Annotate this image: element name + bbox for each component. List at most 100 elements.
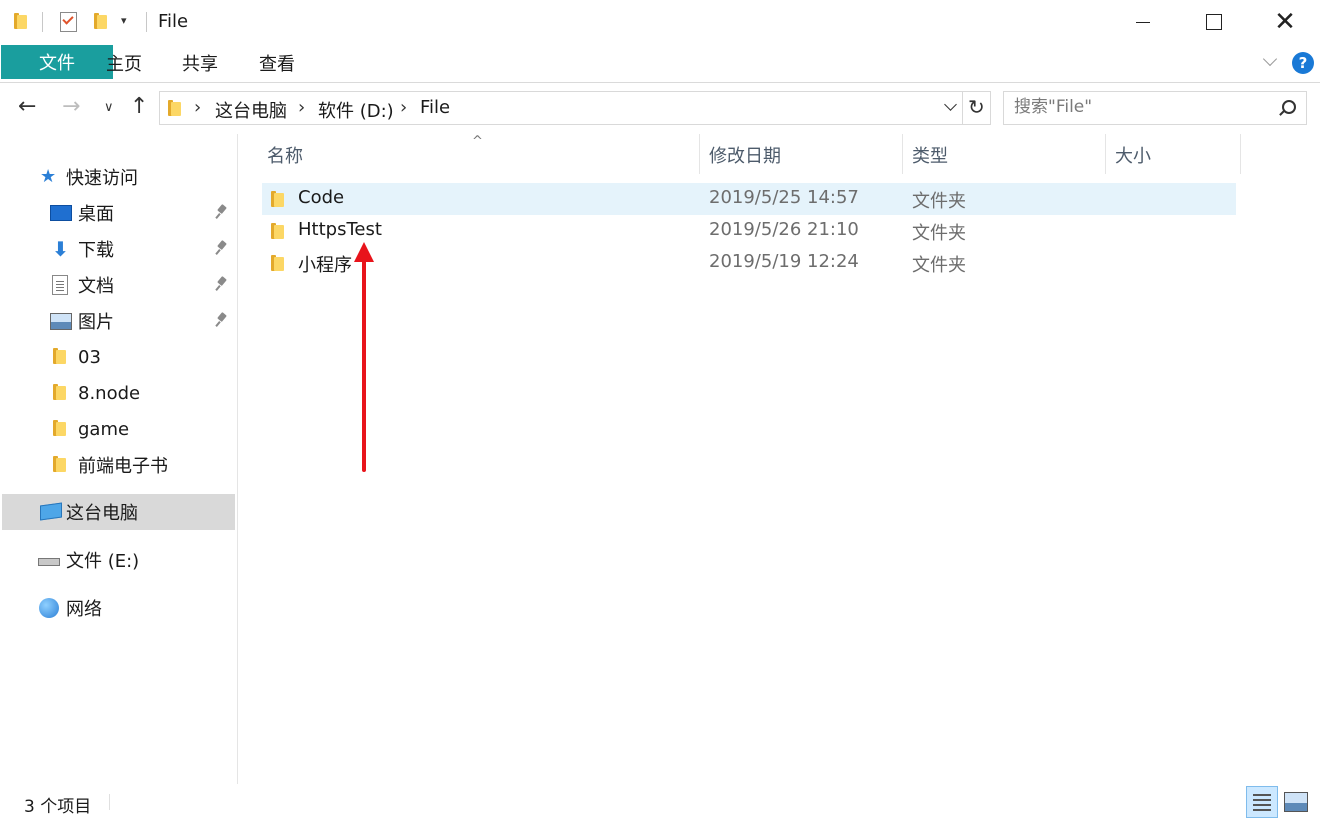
expand-ribbon-icon[interactable] <box>1262 54 1278 70</box>
window-title: File <box>158 11 189 32</box>
sidebar-item-label: 快速访问 <box>66 168 138 189</box>
sidebar-item-documents[interactable]: 文档 <box>0 269 236 301</box>
column-header-size[interactable]: 大小 <box>1115 134 1235 176</box>
pictures-icon <box>50 311 72 331</box>
sidebar-item-pictures[interactable]: 图片 <box>0 305 236 337</box>
file-date: 2019/5/25 14:57 <box>709 187 859 208</box>
customize-toolbar-dropdown[interactable]: ▾ <box>121 14 127 27</box>
column-divider[interactable] <box>699 134 700 174</box>
folder-icon <box>168 99 182 117</box>
folder-icon <box>53 347 75 367</box>
search-box[interactable] <box>1003 91 1307 125</box>
sidebar-item-this-pc[interactable]: 这台电脑 <box>2 494 235 530</box>
folder-icon <box>53 383 75 403</box>
sidebar-item-label: game <box>78 418 130 440</box>
download-icon: ⬇ <box>52 237 69 261</box>
status-divider <box>109 794 110 810</box>
tab-home[interactable]: 主页 <box>96 46 152 80</box>
file-type: 文件夹 <box>912 191 966 212</box>
pin-icon[interactable] <box>215 205 229 221</box>
forward-button[interactable]: → <box>62 94 80 119</box>
toolbar-separator <box>42 12 43 32</box>
column-divider[interactable] <box>902 134 903 174</box>
drive-icon <box>38 550 60 570</box>
table-row[interactable]: 小程序 2019/5/19 12:24 文件夹 <box>262 247 1236 279</box>
sidebar-item-8-node[interactable]: 8.node <box>0 377 236 409</box>
address-divider <box>962 92 963 124</box>
pin-icon[interactable] <box>215 313 229 329</box>
breadcrumb-drive-d[interactable]: 软件 (D:) <box>318 97 394 123</box>
help-icon[interactable]: ? <box>1292 52 1314 74</box>
sidebar-item-label: 图片 <box>78 312 114 333</box>
table-row[interactable]: HttpsTest 2019/5/26 21:10 文件夹 <box>262 215 1236 247</box>
sidebar-item-desktop[interactable]: 桌面 <box>0 197 236 229</box>
toolbar-separator <box>146 12 147 32</box>
sidebar-item-label: 下载 <box>78 240 114 261</box>
file-name: HttpsTest <box>298 219 382 240</box>
breadcrumb-this-pc[interactable]: 这台电脑 <box>215 97 287 123</box>
sidebar-item-drive-e[interactable]: 文件 (E:) <box>0 544 236 576</box>
column-header-type[interactable]: 类型 <box>912 134 1104 176</box>
address-toolbar: ← → ∨ ↑ › 这台电脑 › 软件 (D:) › File ↻ <box>0 84 1320 132</box>
column-divider[interactable] <box>1240 134 1241 174</box>
file-list: ^ 名称 修改日期 类型 大小 Code 2019/5/25 14:57 文件夹… <box>240 134 1320 784</box>
tab-view[interactable]: 查看 <box>249 46 305 80</box>
computer-icon <box>40 502 62 522</box>
column-header-name[interactable]: 名称 <box>267 134 697 176</box>
column-divider[interactable] <box>1105 134 1106 174</box>
sidebar-item-03[interactable]: 03 <box>0 341 236 373</box>
sidebar-item-downloads[interactable]: ⬇ 下载 <box>0 233 236 265</box>
status-bar: 3 个项目 <box>0 784 1320 821</box>
folder-icon <box>53 455 75 475</box>
folder-icon <box>14 12 28 30</box>
address-bar[interactable]: › 这台电脑 › 软件 (D:) › File ↻ <box>159 91 991 125</box>
search-input[interactable] <box>1014 97 1264 117</box>
breadcrumb-separator[interactable]: › <box>400 97 407 118</box>
breadcrumb-separator[interactable]: › <box>194 97 201 118</box>
recent-locations-button[interactable]: ∨ <box>104 100 114 115</box>
file-name: 小程序 <box>298 255 352 276</box>
file-type: 文件夹 <box>912 255 966 276</box>
minimize-button[interactable] <box>1108 0 1178 44</box>
sidebar-item-game[interactable]: game <box>0 413 236 445</box>
breadcrumb-separator[interactable]: › <box>298 97 305 118</box>
sidebar-item-label: 03 <box>78 346 101 368</box>
folder-icon <box>271 222 285 240</box>
tab-share[interactable]: 共享 <box>172 46 228 80</box>
pin-icon[interactable] <box>215 241 229 257</box>
annotation-arrow-icon <box>354 242 374 472</box>
back-button[interactable]: ← <box>18 94 36 119</box>
refresh-icon[interactable]: ↻ <box>968 95 985 119</box>
sidebar-item-quick-access[interactable]: ★ 快速访问 <box>0 161 236 193</box>
large-icons-view-button[interactable] <box>1284 792 1308 812</box>
ribbon-tabs: 文件 主页 共享 查看 ? <box>0 44 1320 83</box>
sidebar-item-label: 这台电脑 <box>66 503 138 524</box>
file-date: 2019/5/19 12:24 <box>709 251 859 272</box>
column-header-date[interactable]: 修改日期 <box>709 134 901 176</box>
file-type: 文件夹 <box>912 223 966 244</box>
folder-icon <box>271 190 285 208</box>
table-row[interactable]: Code 2019/5/25 14:57 文件夹 <box>262 183 1236 215</box>
sidebar-item-network[interactable]: 网络 <box>0 592 236 624</box>
details-view-button[interactable] <box>1246 786 1278 818</box>
sidebar-item-label: 8.node <box>78 382 141 404</box>
file-date: 2019/5/26 21:10 <box>709 219 859 240</box>
title-bar: ▾ File ✕ <box>0 0 1320 44</box>
chevron-down-icon[interactable] <box>944 100 958 114</box>
star-icon: ★ <box>40 166 57 187</box>
close-button[interactable]: ✕ <box>1250 0 1320 44</box>
new-folder-icon[interactable] <box>94 12 108 30</box>
sidebar-item-label: 前端电子书 <box>78 456 168 477</box>
up-button[interactable]: ↑ <box>130 94 148 119</box>
pin-icon[interactable] <box>215 277 229 293</box>
properties-icon[interactable] <box>60 12 77 32</box>
network-icon <box>39 598 61 618</box>
sidebar-item-ebooks[interactable]: 前端电子书 <box>0 449 236 481</box>
folder-icon <box>271 254 285 272</box>
sidebar-item-label: 文档 <box>78 276 114 297</box>
search-icon[interactable] <box>1278 99 1296 117</box>
maximize-button[interactable] <box>1179 0 1249 44</box>
item-count: 3 个项目 <box>24 797 92 817</box>
file-name: Code <box>298 187 345 208</box>
breadcrumb-file[interactable]: File <box>420 97 450 118</box>
